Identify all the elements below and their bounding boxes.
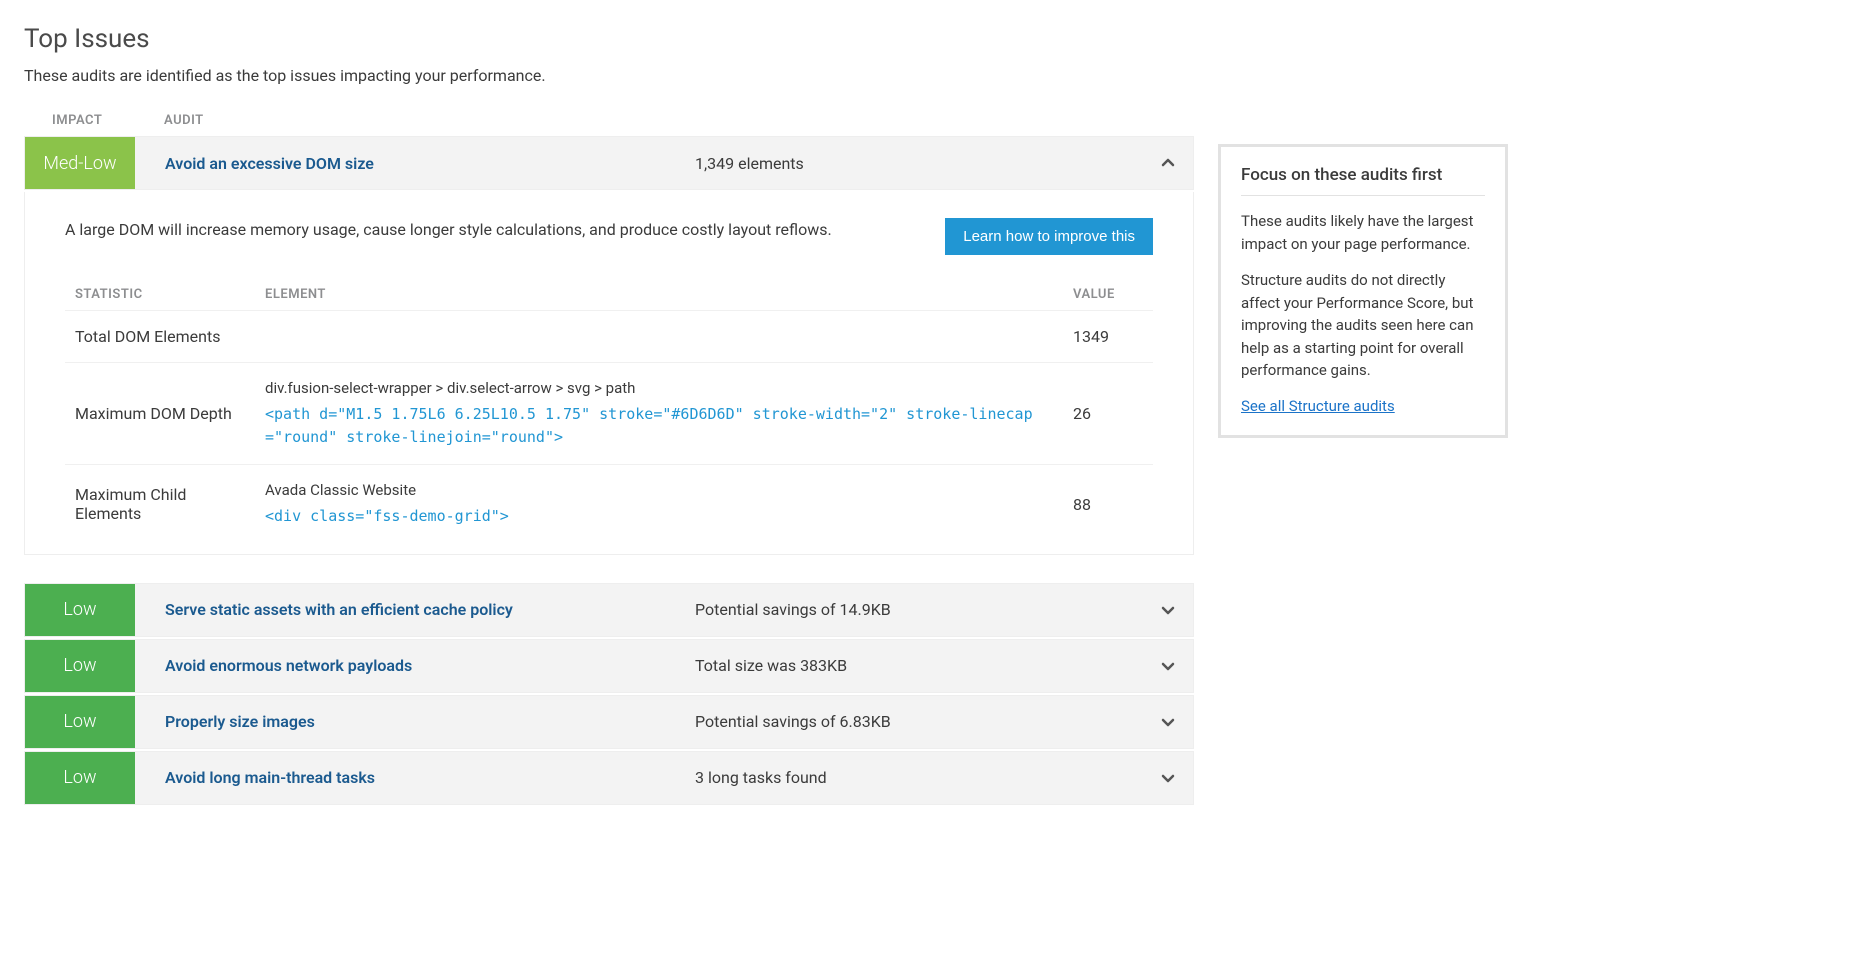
table-row: Maximum DOM Depth div.fusion-select-wrap… xyxy=(65,363,1153,465)
stat-name: Total DOM Elements xyxy=(65,311,255,363)
audit-title: Serve static assets with an efficient ca… xyxy=(135,600,695,619)
audit-row[interactable]: Low Serve static assets with an efficien… xyxy=(24,583,1194,637)
info-box-title: Focus on these audits first xyxy=(1241,165,1485,196)
chevron-down-icon[interactable] xyxy=(1143,603,1193,617)
audit-title: Avoid an excessive DOM size xyxy=(135,154,695,173)
stat-value: 26 xyxy=(1063,363,1153,465)
info-box-text: These audits likely have the largest imp… xyxy=(1241,210,1485,255)
see-all-structure-link[interactable]: See all Structure audits xyxy=(1241,397,1395,415)
audit-title: Properly size images xyxy=(135,712,695,731)
stat-value: 1349 xyxy=(1063,311,1153,363)
audit-metric: Potential savings of 6.83KB xyxy=(695,712,1143,731)
chevron-down-icon[interactable] xyxy=(1143,715,1193,729)
audit-metric: 1,349 elements xyxy=(695,154,1143,173)
header-audit: AUDIT xyxy=(164,113,1194,128)
element-code: <path d="M1.5 1.75L6 6.25L10.5 1.75" str… xyxy=(265,405,1033,446)
header-impact: IMPACT xyxy=(24,113,164,128)
header-statistic: STATISTIC xyxy=(65,279,255,311)
stat-value: 88 xyxy=(1063,465,1153,544)
audit-title: Avoid enormous network payloads xyxy=(135,656,695,675)
impact-badge: Low xyxy=(25,640,135,692)
impact-badge: Med-Low xyxy=(25,137,135,189)
audit-metric: Potential savings of 14.9KB xyxy=(695,600,1143,619)
impact-badge: Low xyxy=(25,696,135,748)
audit-table-header: IMPACT AUDIT xyxy=(24,113,1194,136)
statistics-table: STATISTIC ELEMENT VALUE Total DOM Elemen… xyxy=(65,279,1153,544)
audit-row[interactable]: Low Avoid long main-thread tasks 3 long … xyxy=(24,751,1194,805)
element-path: Avada Classic Website xyxy=(265,481,1053,499)
table-row: Total DOM Elements 1349 xyxy=(65,311,1153,363)
stat-element xyxy=(255,311,1063,363)
chevron-down-icon[interactable] xyxy=(1143,659,1193,673)
table-row: Maximum Child Elements Avada Classic Web… xyxy=(65,465,1153,544)
info-box-text: Structure audits do not directly affect … xyxy=(1241,269,1485,382)
element-path: div.fusion-select-wrapper > div.select-a… xyxy=(265,379,1053,397)
stat-name: Maximum Child Elements xyxy=(65,465,255,544)
page-subtitle: These audits are identified as the top i… xyxy=(24,66,1194,85)
audit-row[interactable]: Low Properly size images Potential savin… xyxy=(24,695,1194,749)
page-title: Top Issues xyxy=(24,24,1194,54)
impact-badge: Low xyxy=(25,584,135,636)
stat-name: Maximum DOM Depth xyxy=(65,363,255,465)
stat-element: Avada Classic Website <div class="fss-de… xyxy=(255,465,1063,544)
chevron-up-icon[interactable] xyxy=(1143,156,1193,170)
stat-element: div.fusion-select-wrapper > div.select-a… xyxy=(255,363,1063,465)
impact-badge: Low xyxy=(25,752,135,804)
audit-metric: Total size was 383KB xyxy=(695,656,1143,675)
audit-title: Avoid long main-thread tasks xyxy=(135,768,695,787)
header-value: VALUE xyxy=(1063,279,1153,311)
chevron-down-icon[interactable] xyxy=(1143,771,1193,785)
focus-info-box: Focus on these audits first These audits… xyxy=(1218,144,1508,438)
audit-description: A large DOM will increase memory usage, … xyxy=(65,218,832,242)
audit-expanded-panel: A large DOM will increase memory usage, … xyxy=(24,192,1194,555)
learn-how-button[interactable]: Learn how to improve this xyxy=(945,218,1153,255)
header-element: ELEMENT xyxy=(255,279,1063,311)
audit-row[interactable]: Low Avoid enormous network payloads Tota… xyxy=(24,639,1194,693)
audit-metric: 3 long tasks found xyxy=(695,768,1143,787)
audit-row[interactable]: Med-Low Avoid an excessive DOM size 1,34… xyxy=(24,136,1194,190)
element-code: <div class="fss-demo-grid"> xyxy=(265,507,509,525)
